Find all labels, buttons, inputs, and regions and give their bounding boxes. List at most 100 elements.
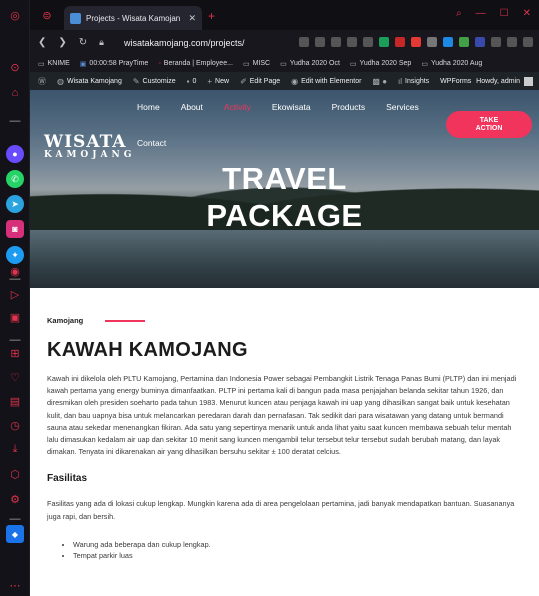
nav-ekowisata[interactable]: Ekowisata: [272, 102, 311, 112]
admin-edit-page[interactable]: ✐ Edit Page: [240, 77, 280, 86]
comment-icon: ▪: [186, 76, 190, 86]
send-icon[interactable]: ▷: [6, 285, 24, 303]
clock-icon: ▣: [79, 60, 87, 68]
folder-icon: ▭: [280, 60, 287, 68]
close-window-icon[interactable]: ✕: [523, 8, 531, 19]
hero-title: TRAVEL PACKAGE: [30, 160, 539, 234]
extension-gmail-icon[interactable]: [395, 37, 405, 47]
browser-window: ◎ ⊙ ⌂ — ● ✆ ➤ ◙ ✦ — ◉ ▷ ▣ — ⊞ ♡ ▤ ◷ ⤓ ⬡ …: [0, 0, 539, 596]
wp-admin-bar: Ⓦ ◍ Wisata Kamojang ✎ Customize ▪ 0 + New ✐ E…: [30, 72, 539, 90]
forward-icon[interactable]: ❯: [58, 37, 66, 48]
extension-green-icon[interactable]: [379, 37, 389, 47]
site-logo[interactable]: WISATA KAMOJANG: [44, 134, 135, 160]
wp-logo-icon[interactable]: Ⓦ: [38, 76, 46, 87]
extension-icon[interactable]: ◆: [6, 525, 24, 543]
speed-dial-icon[interactable]: ⊙: [6, 58, 24, 76]
extension-red-icon[interactable]: [411, 37, 421, 47]
admin-wpforms[interactable]: WPForms: [440, 78, 471, 85]
telegram-icon[interactable]: ➤: [6, 195, 24, 213]
admin-site-name[interactable]: ◍ Wisata Kamojang: [57, 77, 122, 86]
address-bar: ❮ ❯ ↻ 🔒︎ wisatakamojang.com/projects/: [30, 30, 539, 55]
maximize-icon[interactable]: ☐: [500, 8, 509, 19]
back-icon[interactable]: ❮: [38, 37, 46, 48]
separator-icon: —: [9, 115, 21, 127]
toolbar-icons: [299, 37, 533, 47]
extension-dot-icon[interactable]: [459, 37, 469, 47]
admin-elementor[interactable]: ◉ Edit with Elementor: [291, 77, 361, 86]
heart-icon[interactable]: [363, 37, 373, 47]
settings-icon[interactable]: [491, 37, 501, 47]
bookmark-beranda[interactable]: ◦ Beranda | Employee...: [158, 60, 233, 67]
camera-icon[interactable]: [315, 37, 325, 47]
tab-menu-icon[interactable]: ⊜: [38, 6, 56, 24]
pocket-icon[interactable]: [427, 37, 437, 47]
nav-home[interactable]: Home: [137, 102, 160, 112]
instagram-icon[interactable]: ◙: [6, 220, 24, 238]
chart-icon: ıl: [398, 76, 403, 86]
logo-subtitle: KAMOJANG: [44, 150, 136, 160]
opera-logo-icon[interactable]: ◎: [6, 6, 24, 24]
tab-title: Projects - Wisata Kamojan: [86, 13, 181, 23]
search-tabs-icon[interactable]: ⌕: [456, 8, 462, 19]
minimize-icon[interactable]: —: [476, 8, 486, 19]
shield-icon[interactable]: [331, 37, 341, 47]
dashboard-icon: ◍: [57, 76, 64, 86]
lock-icon: 🔒︎: [99, 37, 104, 47]
active-tab[interactable]: Projects - Wisata Kamojan ✕: [64, 6, 202, 30]
take-action-button[interactable]: TAKE ACTION: [446, 111, 532, 138]
avatar: [524, 76, 533, 86]
list-item: Warung ada beberapa dan cukup lengkap.: [73, 539, 517, 550]
admin-new[interactable]: + New: [207, 77, 229, 86]
messenger-icon[interactable]: ●: [6, 145, 24, 163]
breadcrumb: Kamojang: [47, 316, 517, 325]
facilities-list: Warung ada beberapa dan cukup lengkap. T…: [47, 539, 517, 561]
admin-insights[interactable]: ıl Insights: [398, 77, 429, 86]
search-icon[interactable]: [299, 37, 309, 47]
reload-icon[interactable]: ↻: [79, 37, 87, 48]
site-favicon-icon: [70, 12, 81, 24]
clock-icon[interactable]: ◷: [6, 416, 24, 434]
cta-line-1: TAKE: [479, 116, 499, 124]
history-icon[interactable]: ▤: [6, 392, 24, 410]
bookmark-praytime[interactable]: ▣ 00:00:58 PrayTime: [80, 60, 149, 68]
extension-blue-icon[interactable]: [443, 37, 453, 47]
nav-activity[interactable]: Activity: [224, 102, 251, 112]
tab-close-icon[interactable]: ✕: [188, 13, 196, 24]
box-icon[interactable]: ⬡: [6, 465, 24, 483]
admin-customize[interactable]: ✎ Customize: [133, 77, 176, 86]
workspaces-icon[interactable]: ⊞: [6, 344, 24, 362]
elementor-icon: ◉: [291, 76, 299, 86]
nav-services[interactable]: Services: [386, 102, 419, 112]
bookmark-yudha-sep[interactable]: ▭ Yudha 2020 Sep: [350, 60, 411, 68]
admin-comments[interactable]: ▪ 0: [187, 77, 197, 86]
download-icon[interactable]: [507, 37, 517, 47]
admin-updates[interactable]: ▩ ●: [372, 77, 387, 86]
extension-star-icon[interactable]: [475, 37, 485, 47]
page-title: KAWAH KAMOJANG: [47, 339, 248, 361]
hero-title-line-2: PACKAGE: [206, 198, 363, 233]
whatsapp-icon[interactable]: ✆: [6, 170, 24, 188]
list-item: Tempat parkir luas: [73, 550, 517, 561]
menu-icon[interactable]: [523, 37, 533, 47]
play-icon[interactable]: [347, 37, 357, 47]
settings-icon[interactable]: ⚙: [6, 490, 24, 508]
admin-account[interactable]: Howdy, admin: [476, 72, 533, 90]
breadcrumb-label: Kamojang: [47, 316, 84, 325]
home-icon[interactable]: ⌂: [6, 84, 24, 102]
url-field[interactable]: wisatakamojang.com/projects/: [124, 38, 245, 48]
heart-icon[interactable]: ♡: [6, 368, 24, 386]
nav-contact[interactable]: Contact: [137, 138, 166, 148]
cta-line-2: ACTION: [475, 124, 503, 132]
plus-icon: +: [207, 76, 213, 86]
tabs-icon[interactable]: ▣: [6, 308, 24, 326]
more-icon[interactable]: ⋯: [6, 576, 24, 594]
nav-about[interactable]: About: [181, 102, 203, 112]
nav-products[interactable]: Products: [332, 102, 366, 112]
bookmark-yudha-oct[interactable]: ▭ Yudha 2020 Oct: [280, 60, 340, 68]
download-icon[interactable]: ⤓: [6, 440, 24, 458]
bookmark-yudha-aug[interactable]: ▭ Yudha 2020 Aug: [421, 60, 482, 68]
player-icon[interactable]: ◉: [6, 262, 24, 280]
bookmark-knime[interactable]: ▭ KNIME: [38, 60, 70, 68]
bookmark-misc[interactable]: ▭ MISC: [243, 60, 270, 68]
new-tab-button[interactable]: +: [208, 9, 215, 23]
